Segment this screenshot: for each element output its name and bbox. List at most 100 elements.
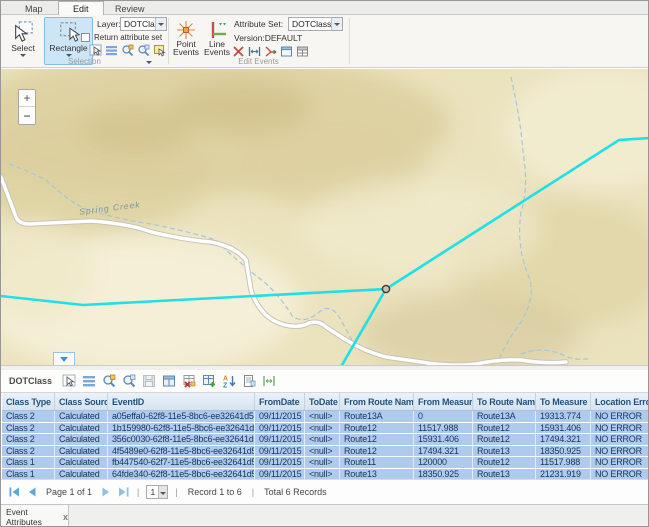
layer-combo-arrow[interactable] <box>155 18 166 30</box>
table-cell[interactable]: 120000 <box>414 457 473 468</box>
table-cell[interactable]: 11517.988 <box>536 457 591 468</box>
last-page-button[interactable] <box>118 487 129 497</box>
fit-columns-icon[interactable] <box>262 374 276 388</box>
table-cell[interactable]: Route12 <box>473 434 536 445</box>
table-cell[interactable]: 64fde340-62f8-11e5-8bc6-ee32641d5ec9 <box>108 469 255 480</box>
switch-view-icon[interactable] <box>162 374 176 388</box>
column-header[interactable]: Class Type <box>2 393 55 410</box>
table-row[interactable]: Class 2Calculated4f5489e0-62f8-11e5-8bc6… <box>2 446 649 457</box>
table-cell[interactable]: 18350.925 <box>536 446 591 457</box>
select-box-icon[interactable] <box>89 44 102 57</box>
table-cell[interactable]: <null> <box>305 457 340 468</box>
table-cell[interactable]: 0 <box>414 411 473 422</box>
table-cell[interactable]: 18350.925 <box>414 469 473 480</box>
previous-page-button[interactable] <box>28 487 36 497</box>
table-cell[interactable]: Route12 <box>340 423 414 434</box>
table-cell[interactable]: 17494.321 <box>536 434 591 445</box>
table-cell[interactable]: Route11 <box>340 457 414 468</box>
table-cell[interactable]: 17494.321 <box>414 446 473 457</box>
table-cell[interactable]: <null> <box>305 469 340 480</box>
table-cell[interactable]: 21231.919 <box>536 469 591 480</box>
tab-edit[interactable]: Edit <box>58 1 104 15</box>
collapse-table-button[interactable] <box>53 352 75 365</box>
table-cell[interactable]: NO ERROR <box>591 434 649 445</box>
table-cell[interactable]: Route13 <box>340 469 414 480</box>
attribute-page-icon[interactable] <box>242 374 256 388</box>
table-cell[interactable]: 1b159980-62f8-11e5-8bc6-ee32641d5ec9 <box>108 423 255 434</box>
select-records-icon[interactable] <box>62 374 76 388</box>
column-header[interactable]: Class Source <box>55 393 108 410</box>
table-cell[interactable]: Class 1 <box>2 469 55 480</box>
sort-icon[interactable]: AZ <box>222 374 236 388</box>
delete-record-icon[interactable] <box>182 374 196 388</box>
table-row[interactable]: Class 2Calculated1b159980-62f8-11e5-8bc6… <box>2 423 649 434</box>
tab-map[interactable]: Map <box>11 1 57 15</box>
layer-combo[interactable]: DOTClass <box>120 17 167 31</box>
table-cell[interactable]: NO ERROR <box>591 423 649 434</box>
zoom-in-button[interactable]: + <box>19 90 35 107</box>
table-cell[interactable]: fb447540-62f7-11e5-8bc6-ee32641d5ec9 <box>108 457 255 468</box>
zoom-to-selected-icon[interactable] <box>121 44 134 57</box>
return-attribute-set-checkbox[interactable] <box>81 33 90 42</box>
table-cell[interactable]: a05effa0-62f8-11e5-8bc6-ee32641d5ec9 <box>108 411 255 422</box>
table-cell[interactable]: 15931.406 <box>536 423 591 434</box>
table-cell[interactable]: Class 2 <box>2 423 55 434</box>
table-cell[interactable]: <null> <box>305 423 340 434</box>
table-cell[interactable]: <null> <box>305 446 340 457</box>
table-cell[interactable]: Route12 <box>340 434 414 445</box>
zoom-to-record-icon[interactable] <box>102 374 116 388</box>
table-cell[interactable]: 15931.406 <box>414 434 473 445</box>
table-cell[interactable]: Route12 <box>473 423 536 434</box>
table-row[interactable]: Class 1Calculated64fde340-62f8-11e5-8bc6… <box>2 469 649 480</box>
column-header[interactable]: FromDate <box>255 393 305 410</box>
table-cell[interactable]: Class 2 <box>2 434 55 445</box>
first-page-button[interactable] <box>9 487 20 497</box>
table-cell[interactable]: 356c0030-62f8-11e5-8bc6-ee32641d5ec9 <box>108 434 255 445</box>
table-cell[interactable]: 09/11/2015 <box>255 434 305 445</box>
page-number-combo-arrow[interactable] <box>158 486 167 498</box>
attribute-set-combo-arrow[interactable] <box>331 18 342 30</box>
column-header[interactable]: To Measure <box>536 393 591 410</box>
table-row[interactable]: Class 2Calculateda05effa0-62f8-11e5-8bc6… <box>2 411 649 422</box>
zoom-next-selected-icon[interactable] <box>137 44 150 57</box>
table-cell[interactable]: Calculated <box>55 457 108 468</box>
table-cell[interactable]: Calculated <box>55 411 108 422</box>
table-cell[interactable]: <null> <box>305 434 340 445</box>
tab-review[interactable]: Review <box>101 1 159 15</box>
table-cell[interactable]: <null> <box>305 411 340 422</box>
table-cell[interactable]: Calculated <box>55 446 108 457</box>
table-cell[interactable]: 09/11/2015 <box>255 411 305 422</box>
table-cell[interactable]: NO ERROR <box>591 457 649 468</box>
table-cell[interactable]: NO ERROR <box>591 411 649 422</box>
page-number-combo[interactable]: 1 <box>146 485 168 499</box>
table-cell[interactable]: 11517.988 <box>414 423 473 434</box>
map-canvas[interactable]: Spring Creek + − <box>1 69 649 365</box>
show-selected-icon[interactable] <box>82 374 96 388</box>
close-tab-icon[interactable]: x <box>63 512 68 522</box>
table-cell[interactable]: 09/11/2015 <box>255 457 305 468</box>
table-cell[interactable]: Class 2 <box>2 446 55 457</box>
table-cell[interactable]: 09/11/2015 <box>255 446 305 457</box>
table-cell[interactable]: 19313.774 <box>536 411 591 422</box>
add-record-icon[interactable] <box>202 374 216 388</box>
selectable-layers-icon[interactable] <box>153 44 166 57</box>
table-cell[interactable]: Calculated <box>55 423 108 434</box>
table-cell[interactable]: NO ERROR <box>591 469 649 480</box>
table-cell[interactable]: Calculated <box>55 434 108 445</box>
table-cell[interactable]: 09/11/2015 <box>255 469 305 480</box>
column-header[interactable]: From Measure <box>414 393 473 410</box>
list-icon[interactable] <box>105 44 118 57</box>
next-page-button[interactable] <box>102 487 110 497</box>
pan-to-record-icon[interactable] <box>122 374 136 388</box>
attribute-set-combo[interactable]: DOTClass <box>288 17 343 31</box>
column-header[interactable]: Location Error <box>591 393 649 410</box>
table-cell[interactable]: 09/11/2015 <box>255 423 305 434</box>
table-row[interactable]: Class 2Calculated356c0030-62f8-11e5-8bc6… <box>2 434 649 445</box>
table-cell[interactable]: Class 1 <box>2 457 55 468</box>
column-header[interactable]: EventID <box>108 393 255 410</box>
table-cell[interactable]: Route12 <box>340 446 414 457</box>
table-cell[interactable]: Route13A <box>473 411 536 422</box>
zoom-out-button[interactable]: − <box>19 107 35 124</box>
table-cell[interactable]: Route13 <box>473 469 536 480</box>
tab-event-attributes[interactable]: Event Attributes x <box>1 505 69 527</box>
